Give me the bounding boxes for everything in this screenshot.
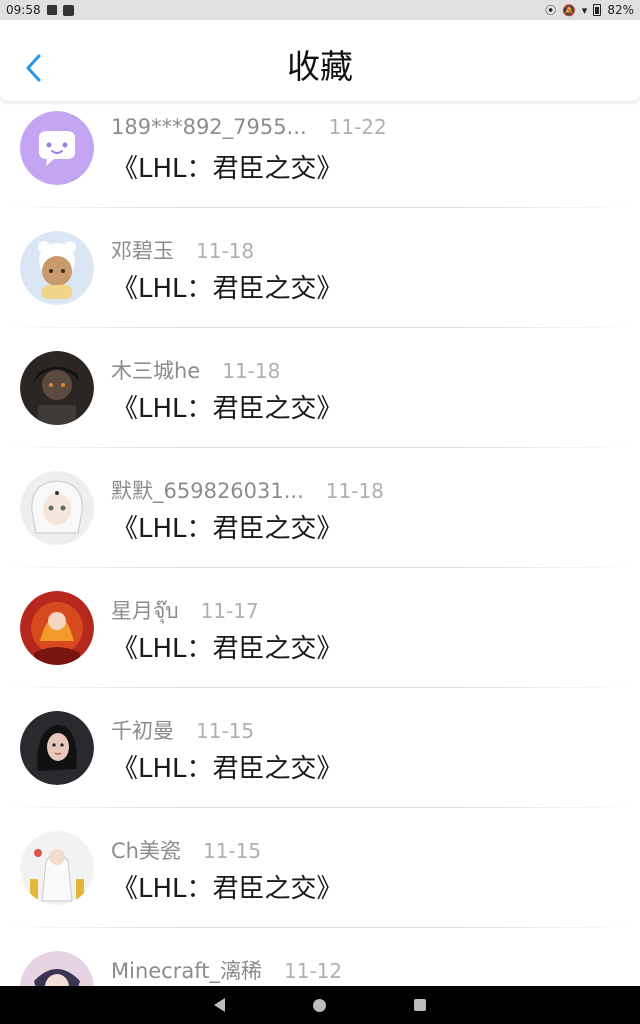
chat-bubble-avatar[interactable]	[20, 111, 94, 185]
divider	[0, 207, 640, 208]
red-fire-avatar[interactable]	[20, 591, 94, 665]
nav-back-icon[interactable]	[214, 998, 225, 1012]
divider	[0, 927, 640, 928]
app-notification-icon	[62, 4, 74, 16]
item-title[interactable]: 《LHL：君臣之交》	[112, 508, 343, 545]
divider	[0, 567, 640, 568]
location-icon: ⦿	[545, 3, 557, 17]
item-date: 11-18	[325, 479, 384, 503]
user-name[interactable]: 木三城he	[111, 355, 200, 385]
list-item[interactable]: 木三城he 11-18 《LHL：君臣之交》	[0, 342, 640, 462]
status-time: 09:58	[6, 3, 41, 17]
mute-icon: 🔕	[562, 3, 576, 17]
list-item[interactable]: 千初曼 11-15 《LHL：君臣之交》	[0, 702, 640, 822]
dark-anime-avatar[interactable]	[20, 351, 94, 425]
nav-home-icon[interactable]	[313, 998, 326, 1012]
navigation-bar	[0, 986, 640, 1024]
divider	[0, 687, 640, 688]
user-name[interactable]: 189***892_7955...	[111, 115, 307, 139]
divider	[0, 327, 640, 328]
item-date: 11-12	[284, 959, 343, 983]
user-name[interactable]: Minecraft_漓稀	[111, 955, 262, 985]
girl-photo-avatar[interactable]	[20, 711, 94, 785]
user-name[interactable]: 千初曼	[111, 715, 174, 745]
item-date: 11-17	[200, 599, 259, 623]
list-item[interactable]: Ch美瓷 11-15 《LHL：君臣之交》	[0, 822, 640, 942]
user-name[interactable]: 邓碧玉	[111, 235, 174, 265]
item-meta: Ch美瓷 11-15	[111, 835, 261, 865]
item-title[interactable]: 《LHL：君臣之交》	[112, 868, 343, 905]
list-item[interactable]: 星月จุ๊บ 11-17 《LHL：君臣之交》	[0, 582, 640, 702]
wifi-icon: ▾	[581, 3, 588, 17]
list-item[interactable]: 189***892_7955... 11-22 《LHL：君臣之交》	[0, 102, 640, 222]
item-date: 11-18	[196, 239, 255, 263]
item-date: 11-15	[202, 839, 262, 863]
item-title[interactable]: 《LHL：君臣之交》	[112, 268, 343, 305]
status-bar: 09:58 ⦿ 🔕 ▾ 82%	[0, 0, 640, 20]
item-meta: 邓碧玉 11-18	[111, 235, 254, 265]
item-meta: 星月จุ๊บ 11-17	[111, 595, 259, 628]
list-item[interactable]: Minecraft_漓稀 11-12	[0, 942, 640, 986]
item-meta: 千初曼 11-15	[111, 715, 254, 745]
item-title[interactable]: 《LHL：君臣之交》	[112, 148, 343, 185]
status-bar-left: 09:58	[6, 3, 74, 17]
favorites-list[interactable]: 189***892_7955... 11-22 《LHL：君臣之交》 邓碧玉 1…	[0, 102, 640, 986]
item-meta: 木三城he 11-18	[111, 355, 280, 385]
page-title: 收藏	[287, 47, 353, 86]
user-name[interactable]: 默默_659826031...	[111, 475, 304, 505]
divider	[0, 447, 640, 448]
white-hair-anime-avatar[interactable]	[20, 471, 94, 545]
anime-avatar[interactable]	[20, 951, 94, 986]
battery-level: 82%	[607, 3, 634, 17]
list-item[interactable]: 邓碧玉 11-18 《LHL：君臣之交》	[0, 222, 640, 342]
app-header: 收藏	[0, 20, 640, 102]
item-date: 11-22	[328, 115, 387, 139]
white-robe-avatar[interactable]	[20, 831, 94, 905]
list-item[interactable]: 默默_659826031... 11-18 《LHL：君臣之交》	[0, 462, 640, 582]
user-name[interactable]: 星月จุ๊บ	[111, 595, 179, 628]
item-meta: 默默_659826031... 11-18	[111, 475, 384, 505]
image-notification-icon	[46, 5, 57, 15]
user-name[interactable]: Ch美瓷	[111, 835, 181, 865]
item-title[interactable]: 《LHL：君臣之交》	[112, 388, 343, 425]
item-date: 11-18	[222, 359, 281, 383]
battery-icon	[593, 4, 602, 16]
status-bar-right: ⦿ 🔕 ▾ 82%	[545, 3, 634, 17]
divider	[0, 807, 640, 808]
item-meta: Minecraft_漓稀 11-12	[111, 955, 342, 985]
item-title[interactable]: 《LHL：君臣之交》	[112, 628, 343, 665]
cartoon-avatar[interactable]	[20, 231, 94, 305]
item-title[interactable]: 《LHL：君臣之交》	[112, 748, 343, 785]
item-meta: 189***892_7955... 11-22	[111, 115, 387, 139]
item-date: 11-15	[196, 719, 255, 743]
nav-recents-icon[interactable]	[414, 999, 426, 1011]
